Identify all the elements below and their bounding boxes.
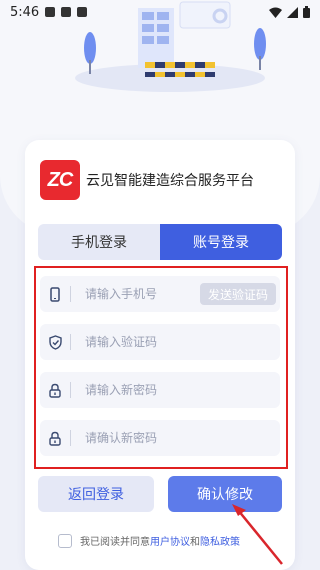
lock-icon bbox=[42, 383, 68, 398]
login-tabs: 手机登录 账号登录 bbox=[38, 224, 282, 260]
phone-input[interactable] bbox=[83, 286, 207, 302]
phone-icon bbox=[42, 286, 68, 302]
new-password-input[interactable] bbox=[83, 382, 207, 398]
field-divider bbox=[70, 382, 71, 398]
new-password-field bbox=[40, 372, 280, 408]
field-divider bbox=[70, 430, 71, 446]
back-to-login-button[interactable]: 返回登录 bbox=[38, 476, 154, 512]
shield-check-icon bbox=[42, 334, 68, 350]
agreement-row: 我已阅读并同意 用户协议 和 隐私政策 bbox=[58, 533, 240, 548]
verification-code-field bbox=[40, 324, 280, 360]
user-agreement-link[interactable]: 用户协议 bbox=[150, 533, 190, 548]
lock-icon bbox=[42, 431, 68, 446]
field-divider bbox=[70, 334, 71, 350]
battery-icon bbox=[303, 6, 310, 18]
app-name: 云见智能建造综合服务平台 bbox=[86, 173, 254, 189]
notification-icon bbox=[45, 7, 56, 17]
app-logo: ZC bbox=[40, 160, 80, 200]
header-illustration bbox=[75, 1, 266, 92]
status-time: 5:46 bbox=[10, 4, 40, 20]
brand-header: ZC 云见智能建造综合服务平台 bbox=[40, 160, 254, 200]
verification-code-input[interactable] bbox=[83, 334, 207, 350]
tab-account-login[interactable]: 账号登录 bbox=[160, 224, 282, 260]
signal-icon bbox=[287, 6, 298, 18]
annotation-arrow bbox=[232, 504, 283, 565]
agreement-prefix: 我已阅读并同意 bbox=[80, 537, 150, 548]
confirm-password-field bbox=[40, 420, 280, 456]
field-divider bbox=[70, 286, 71, 302]
confirm-password-input[interactable] bbox=[83, 430, 207, 446]
phone-field: 发送验证码 bbox=[40, 276, 280, 312]
agreement-checkbox[interactable] bbox=[58, 533, 72, 548]
send-code-button[interactable]: 发送验证码 bbox=[199, 283, 276, 305]
agreement-and: 和 bbox=[190, 537, 200, 548]
tab-phone-login[interactable]: 手机登录 bbox=[38, 224, 160, 260]
